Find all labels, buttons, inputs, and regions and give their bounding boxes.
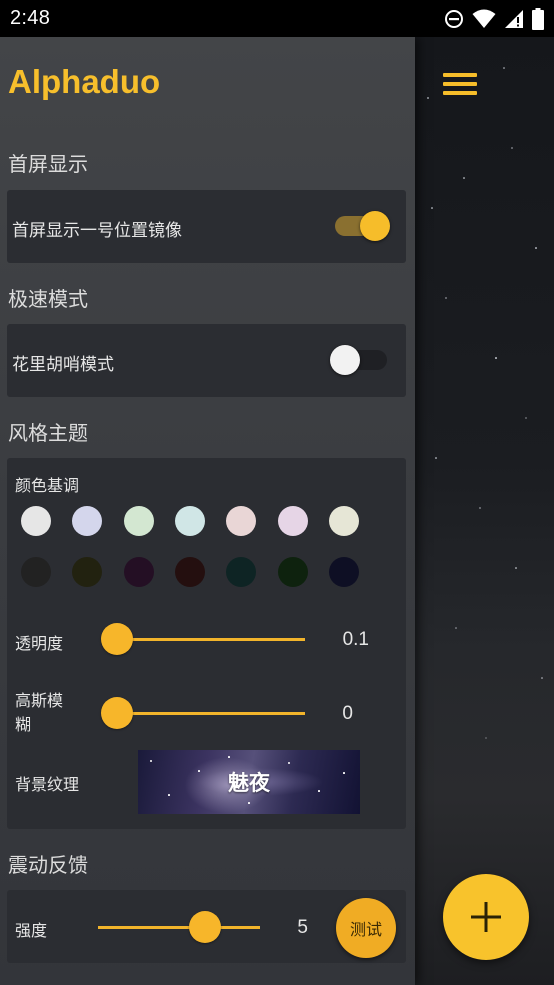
slider-track: [98, 926, 260, 929]
dark-color-swatch[interactable]: [123, 557, 154, 587]
vibration-test-button[interactable]: 测试: [336, 898, 396, 958]
wifi-icon: [472, 9, 496, 28]
home-display-card: 首屏显示一号位置镜像: [7, 190, 406, 263]
speed-mode-card: 花里胡哨模式: [7, 324, 406, 397]
dark-color-swatch[interactable]: [174, 557, 205, 587]
light-color-swatch[interactable]: [226, 506, 257, 536]
app-title: Alphaduo: [8, 63, 161, 100]
dark-color-swatch[interactable]: [21, 557, 51, 587]
status-time: 2:48: [10, 7, 51, 29]
battery-icon: [532, 7, 544, 30]
slider-thumb[interactable]: [101, 697, 133, 729]
strength-value: 5: [297, 917, 308, 938]
background-texture-label: 背景纹理: [15, 775, 80, 794]
dark-color-swatch[interactable]: [72, 557, 103, 587]
plus-icon: [471, 902, 501, 932]
blur-value: 0: [342, 703, 353, 724]
strength-label: 强度: [15, 921, 48, 940]
slider-thumb[interactable]: [189, 911, 221, 943]
dark-color-swatch[interactable]: [277, 557, 308, 587]
switch-thumb: [330, 345, 360, 375]
slider-thumb[interactable]: [101, 623, 133, 655]
signal-icon: [505, 9, 523, 28]
status-icons: [444, 7, 544, 30]
light-color-swatch[interactable]: [328, 506, 359, 536]
slider-track: [117, 638, 305, 641]
background-sky: [415, 37, 554, 985]
settings-drawer: Alphaduo 首屏显示 首屏显示一号位置镜像 极速模式 花里胡哨模式 风格主…: [0, 37, 415, 985]
light-color-swatch[interactable]: [72, 506, 103, 536]
switch-thumb: [360, 211, 390, 241]
light-color-swatch[interactable]: [123, 506, 154, 536]
section-title-home-display: 首屏显示: [8, 152, 88, 176]
do-not-disturb-icon: [445, 9, 463, 28]
transparency-label: 透明度: [15, 634, 64, 653]
section-title-speed-mode: 极速模式: [8, 287, 88, 311]
background-texture-thumbnail[interactable]: 魅夜: [138, 750, 360, 814]
section-title-vibration: 震动反馈: [8, 853, 88, 877]
color-tone-label: 颜色基调: [15, 476, 80, 495]
blur-label: 高斯模 糊: [15, 691, 64, 734]
home-display-toggle-label: 首屏显示一号位置镜像: [12, 221, 182, 241]
status-bar: 2:48: [0, 0, 554, 37]
slider-track: [117, 712, 305, 715]
dark-color-swatch[interactable]: [328, 557, 359, 587]
transparency-value: 0.1: [342, 629, 369, 650]
light-color-swatch[interactable]: [174, 506, 205, 536]
background-texture-name: 魅夜: [228, 771, 270, 795]
section-title-theme: 风格主题: [8, 421, 88, 445]
hamburger-menu-icon[interactable]: [441, 68, 479, 100]
light-color-swatch[interactable]: [277, 506, 308, 536]
light-color-swatch[interactable]: [21, 506, 51, 536]
add-fab-button[interactable]: [443, 874, 529, 960]
speed-mode-toggle-label: 花里胡哨模式: [12, 355, 114, 375]
dark-color-swatch[interactable]: [226, 557, 257, 587]
